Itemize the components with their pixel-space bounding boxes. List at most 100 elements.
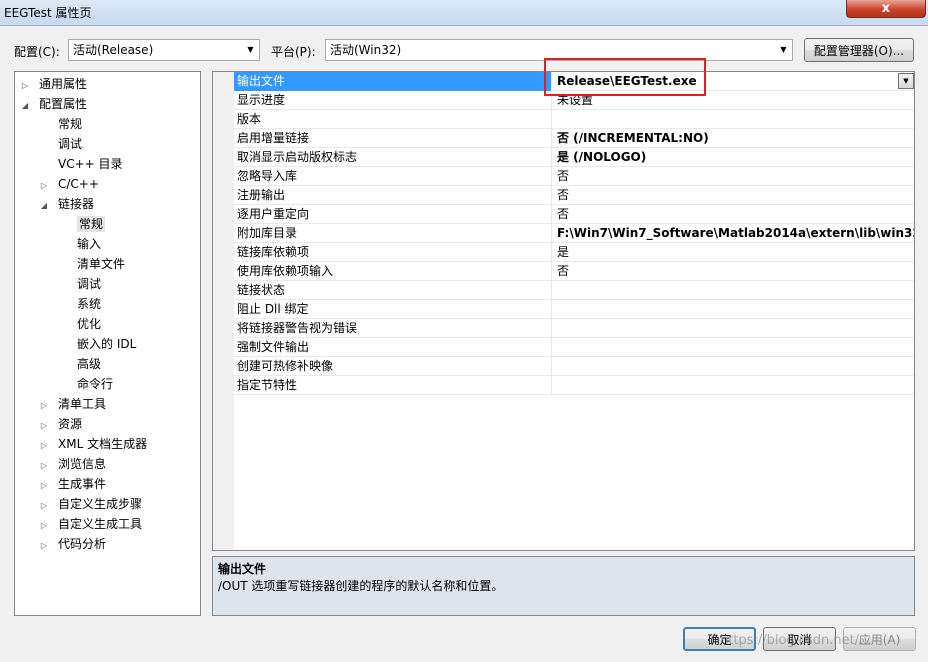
- property-row[interactable]: 强制文件输出: [234, 338, 914, 357]
- property-row[interactable]: 注册输出否: [234, 186, 914, 205]
- tree-item[interactable]: 优化: [15, 314, 200, 334]
- tree-item-label: 自定义生成步骤: [58, 497, 143, 511]
- tree-item-label: 自定义生成工具: [58, 517, 143, 531]
- expand-icon[interactable]: ▷: [38, 416, 50, 436]
- tree-item[interactable]: 常规: [15, 114, 200, 134]
- highlight-box: [544, 58, 706, 96]
- tree-item[interactable]: ▷ 通用属性: [15, 74, 200, 94]
- config-manager-button[interactable]: 配置管理器(O)...: [804, 38, 914, 62]
- tree-item[interactable]: 清单文件: [15, 254, 200, 274]
- title-bar: EEGTest 属性页 x: [0, 0, 928, 26]
- window-title: EEGTest 属性页: [4, 6, 92, 20]
- tree-item[interactable]: ▷ 自定义生成步骤: [15, 494, 200, 514]
- property-name: 注册输出: [234, 186, 552, 205]
- tree-item[interactable]: ▷ 浏览信息: [15, 454, 200, 474]
- property-row[interactable]: 启用增量链接否 (/INCREMENTAL:NO): [234, 129, 914, 148]
- tree-item[interactable]: 嵌入的 IDL: [15, 334, 200, 354]
- tree-item[interactable]: 输入: [15, 234, 200, 254]
- property-name: 取消显示启动版权标志: [234, 148, 552, 167]
- tree-item[interactable]: 调试: [15, 274, 200, 294]
- property-value[interactable]: F:\Win7\Win7_Software\Matlab2014a\extern…: [555, 224, 914, 243]
- property-row[interactable]: 链接库依赖项是: [234, 243, 914, 262]
- tree-item[interactable]: ▷ 自定义生成工具: [15, 514, 200, 534]
- property-value[interactable]: 否 (/INCREMENTAL:NO): [555, 129, 914, 148]
- property-value[interactable]: 是 (/NOLOGO): [555, 148, 914, 167]
- tree-item[interactable]: ◢ 链接器: [15, 194, 200, 214]
- property-name: 版本: [234, 110, 552, 129]
- property-value[interactable]: [555, 357, 914, 376]
- tree-item-label: 系统: [77, 297, 102, 311]
- tree-item[interactable]: ▷ 代码分析: [15, 534, 200, 554]
- tree-item[interactable]: VC++ 目录: [15, 154, 200, 174]
- property-row[interactable]: 取消显示启动版权标志是 (/NOLOGO): [234, 148, 914, 167]
- property-row[interactable]: 将链接器警告视为错误: [234, 319, 914, 338]
- property-value[interactable]: [555, 376, 914, 395]
- tree-item-label: 嵌入的 IDL: [77, 337, 137, 351]
- property-value[interactable]: [555, 110, 914, 129]
- property-value[interactable]: 否: [555, 262, 914, 281]
- property-name: 逐用户重定向: [234, 205, 552, 224]
- tree-item-label: XML 文档生成器: [58, 437, 148, 451]
- property-name: 显示进度: [234, 91, 552, 110]
- property-grid: 输出文件 Release\EEGTest.exe ▼ 显示进度 未设置 版本 启用增量链接否…: [212, 71, 915, 551]
- close-icon: x: [881, 1, 891, 16]
- expand-icon[interactable]: ▷: [38, 176, 50, 196]
- property-value[interactable]: [555, 338, 914, 357]
- property-row[interactable]: 使用库依赖项输入否: [234, 262, 914, 281]
- tree-item[interactable]: ◢ 配置属性: [15, 94, 200, 114]
- property-name: 强制文件输出: [234, 338, 552, 357]
- close-button[interactable]: x: [846, 0, 926, 18]
- property-row[interactable]: 忽略导入库否: [234, 167, 914, 186]
- config-select[interactable]: 活动(Release) ▼: [68, 39, 260, 61]
- tree-item[interactable]: ▷ C/C++: [15, 174, 200, 194]
- tree-item[interactable]: 命令行: [15, 374, 200, 394]
- property-name: 链接库依赖项: [234, 243, 552, 262]
- property-row[interactable]: 创建可热修补映像: [234, 357, 914, 376]
- property-value[interactable]: 否: [555, 186, 914, 205]
- property-row[interactable]: 指定节特性: [234, 376, 914, 395]
- chevron-down-icon: ▼: [247, 45, 254, 54]
- property-value[interactable]: 否: [555, 167, 914, 186]
- property-row[interactable]: 逐用户重定向否: [234, 205, 914, 224]
- tree-item-label: 调试: [77, 277, 102, 291]
- property-name: 使用库依赖项输入: [234, 262, 552, 281]
- value-dropdown-button[interactable]: ▼: [898, 73, 914, 89]
- tree-item[interactable]: ▷ XML 文档生成器: [15, 434, 200, 454]
- tree-item-label: 浏览信息: [58, 457, 107, 471]
- property-row[interactable]: 版本: [234, 110, 914, 129]
- property-row[interactable]: 链接状态: [234, 281, 914, 300]
- property-row[interactable]: 阻止 Dll 绑定: [234, 300, 914, 319]
- tree-item[interactable]: 常规: [15, 214, 200, 234]
- property-value[interactable]: 否: [555, 205, 914, 224]
- tree-item[interactable]: 系统: [15, 294, 200, 314]
- property-value[interactable]: [555, 319, 914, 338]
- tree-item-label: 常规: [58, 117, 83, 131]
- tree-item[interactable]: ▷ 资源: [15, 414, 200, 434]
- expand-icon[interactable]: ▷: [19, 76, 31, 96]
- expand-icon[interactable]: ▷: [38, 496, 50, 516]
- tree-item-label: 代码分析: [58, 537, 107, 551]
- tree-item-label: 高级: [77, 357, 102, 371]
- property-value[interactable]: [555, 281, 914, 300]
- property-value[interactable]: [555, 300, 914, 319]
- tree-item[interactable]: 高级: [15, 354, 200, 374]
- tree-item-label: 优化: [77, 317, 102, 331]
- collapse-icon[interactable]: ◢: [38, 196, 50, 216]
- tree-item-label: 清单工具: [58, 397, 107, 411]
- tree-item-label: VC++ 目录: [58, 157, 123, 171]
- collapse-icon[interactable]: ◢: [19, 96, 31, 116]
- tree-item-label: 输入: [77, 237, 102, 251]
- tree-item[interactable]: ▷ 生成事件: [15, 474, 200, 494]
- tree-item[interactable]: 调试: [15, 134, 200, 154]
- platform-label: 平台(P):: [271, 45, 316, 59]
- property-value[interactable]: 是: [555, 243, 914, 262]
- expand-icon[interactable]: ▷: [38, 536, 50, 556]
- tree-item-label: C/C++: [58, 177, 99, 191]
- expand-icon[interactable]: ▷: [38, 436, 50, 456]
- expand-icon[interactable]: ▷: [38, 476, 50, 496]
- expand-icon[interactable]: ▷: [38, 516, 50, 536]
- expand-icon[interactable]: ▷: [38, 456, 50, 476]
- expand-icon[interactable]: ▷: [38, 396, 50, 416]
- tree-item[interactable]: ▷ 清单工具: [15, 394, 200, 414]
- property-row[interactable]: 附加库目录 F:\Win7\Win7_Software\Matlab2014a\e…: [234, 224, 914, 243]
